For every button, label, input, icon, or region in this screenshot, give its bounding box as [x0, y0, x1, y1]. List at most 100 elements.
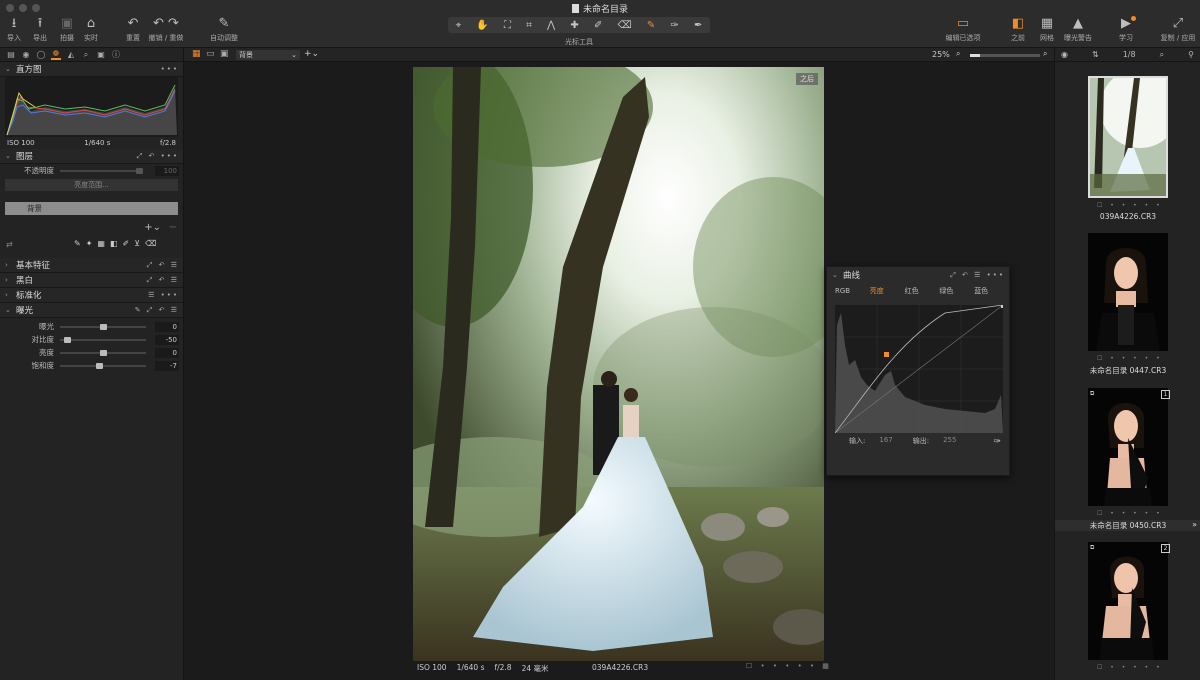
keystone-icon[interactable]: ⋀: [547, 20, 555, 31]
single-view-icon[interactable]: ▭: [206, 49, 215, 59]
tab-rgb[interactable]: RGB: [835, 287, 870, 295]
curve-canvas[interactable]: [834, 304, 1004, 434]
auto-adjust-button[interactable]: ✎ 自动调整: [204, 16, 244, 43]
picker-icon[interactable]: ✚: [570, 20, 578, 31]
color-tab-icon[interactable]: ❁: [51, 49, 61, 60]
brightness-knob[interactable]: [100, 349, 107, 356]
brightness-value[interactable]: 0: [155, 347, 179, 358]
saturation-row: 饱和度 -7: [31, 360, 179, 371]
layer-background[interactable]: 背景: [5, 202, 178, 215]
tab-blue[interactable]: 蓝色: [974, 286, 1009, 296]
edit-selected-button[interactable]: ▭ 编辑已选项: [942, 16, 984, 43]
copy-apply-button[interactable]: ⤢ 复制 / 应用: [1158, 16, 1198, 43]
rating-dots[interactable]: ☐ • • • • •: [1097, 355, 1163, 362]
metadata-tab-icon[interactable]: ⓘ: [111, 49, 121, 60]
normalize-section-header[interactable]: › 标准化 ☰ •••: [0, 288, 183, 303]
swap-icon[interactable]: ⇄: [6, 240, 13, 249]
layer-select[interactable]: 背景 ⌄: [236, 50, 300, 60]
add-layer-icon[interactable]: +⌄: [144, 222, 161, 233]
more-icon[interactable]: •••: [161, 65, 179, 73]
opacity-knob[interactable]: [136, 167, 143, 174]
detail-tab-icon[interactable]: ⌕: [81, 50, 91, 60]
histogram-header[interactable]: ⌄ 直方图 •••: [0, 62, 183, 77]
main-photo[interactable]: 之后: [413, 67, 824, 661]
active-brush-icon[interactable]: ✎: [647, 20, 655, 31]
eraser-icon[interactable]: ⌫: [618, 20, 632, 31]
contrast-value[interactable]: -50: [155, 334, 179, 345]
saturation-slider[interactable]: [60, 362, 146, 369]
zoom-slider[interactable]: [970, 54, 1040, 57]
curve-graph[interactable]: [834, 304, 1004, 434]
curve-endpoint[interactable]: [1001, 305, 1004, 308]
proof-view-icon[interactable]: ▣: [220, 49, 229, 59]
zoom-in-icon[interactable]: ⌕: [1043, 49, 1047, 59]
select-cursor-icon[interactable]: ⌖: [456, 20, 462, 31]
rating-dots[interactable]: ☐ • • • • •: [1097, 664, 1163, 671]
brush-icon[interactable]: ✐: [594, 20, 602, 31]
section-actions-icon[interactable]: ☰ •••: [148, 291, 179, 299]
rating-dots[interactable]: ☐ • • • • •: [1097, 202, 1163, 209]
basic-section-header[interactable]: › 基本特征 ⤢ ↶ ☰: [0, 258, 183, 273]
contrast-knob[interactable]: [64, 336, 71, 343]
zoom-out-icon[interactable]: ⌕: [956, 49, 960, 59]
undo-redo-button[interactable]: ↶ ↷ 撤销 / 重做: [146, 16, 186, 43]
curve-actions-icon[interactable]: ⤢ ↶ ☰ •••: [950, 271, 1005, 280]
chevron-right-icon: ›: [5, 261, 8, 269]
tab-green[interactable]: 绿色: [939, 286, 974, 296]
document-icon: [571, 4, 579, 13]
photo-rating[interactable]: ☐ • • • • • ▦: [746, 662, 832, 670]
magic-wand-icon: ✎: [218, 16, 230, 31]
tool-tabs: ▤ ◉ ◯ ❁ ◭ ⌕ ▣ ⓘ: [0, 48, 183, 62]
section-actions-icon[interactable]: ⤢ ↶ ☰: [147, 276, 179, 285]
capture-tab-icon[interactable]: ◉: [21, 50, 31, 59]
learn-button[interactable]: ▶ 学习: [1106, 16, 1146, 43]
exposure-knob[interactable]: [100, 323, 107, 330]
saturation-knob[interactable]: [96, 362, 103, 369]
crop-icon[interactable]: ⛶: [504, 20, 511, 31]
layers-header[interactable]: ⌄ 图层 ⤢ ↶ •••: [0, 149, 183, 164]
aperture-value: f/2.8: [160, 139, 176, 147]
library-tab-icon[interactable]: ▤: [6, 50, 16, 59]
live-icon: ⌂: [86, 16, 96, 31]
add-icon[interactable]: +⌄: [304, 49, 319, 59]
exposure-warning-button[interactable]: ▲ 曝光警告: [1058, 16, 1098, 43]
opacity-value[interactable]: 100: [155, 165, 179, 176]
adjust-tab-icon[interactable]: ▣: [96, 50, 106, 59]
curve-point[interactable]: [884, 352, 889, 357]
exposure-slider[interactable]: [60, 323, 146, 330]
rating-dots[interactable]: ☐ • • • • •: [1097, 510, 1163, 517]
brightness-slider[interactable]: [60, 349, 146, 356]
multi-view-icon[interactable]: ▦: [192, 49, 201, 59]
exposure-value[interactable]: 0: [155, 321, 179, 332]
sort-icon[interactable]: ⇅: [1092, 50, 1099, 59]
remove-layer-icon[interactable]: −: [169, 222, 177, 233]
section-actions-icon[interactable]: ✎ ⤢ ↶ ☰: [135, 306, 179, 315]
filter-icon[interactable]: ⚲: [1188, 50, 1194, 59]
exposure-section-header[interactable]: ⌄ 曝光 ✎ ⤢ ↶ ☰: [0, 303, 183, 318]
curve-header[interactable]: ⌄ 曲线 ⤢ ↶ ☰ •••: [827, 267, 1009, 283]
opacity-slider[interactable]: [60, 167, 143, 174]
mask-tools-icon[interactable]: ✎✦▦◧✐⊻⌫: [74, 239, 161, 248]
chevron-down-icon: ⌄: [5, 65, 11, 73]
eye-icon[interactable]: ◉: [1061, 50, 1068, 59]
zoom-level[interactable]: 25%: [932, 50, 950, 59]
search-icon[interactable]: ⌕: [1160, 50, 1164, 60]
eyedropper-icon[interactable]: ✑: [993, 437, 1001, 447]
chevron-right-icon[interactable]: »: [1192, 520, 1197, 529]
contrast-slider[interactable]: [60, 336, 146, 343]
pan-hand-icon[interactable]: ✋: [476, 20, 488, 31]
saturation-value[interactable]: -7: [155, 360, 179, 371]
lens-tab-icon[interactable]: ◯: [36, 50, 46, 59]
tab-luma[interactable]: 亮度: [870, 286, 905, 296]
annotate-icon[interactable]: ✒: [694, 20, 702, 31]
exposure-tab-icon[interactable]: ◭: [66, 50, 76, 59]
section-actions-icon[interactable]: ⤢ ↶ ☰: [147, 261, 179, 270]
luma-range-button[interactable]: 亮度范围...: [5, 179, 178, 191]
crop-tool-icon[interactable]: ⌗: [526, 20, 532, 31]
tab-red[interactable]: 红色: [905, 286, 940, 296]
layer-actions-icon[interactable]: ⤢ ↶ •••: [137, 152, 179, 161]
live-button[interactable]: ⌂ 实时: [71, 16, 111, 43]
heal-icon[interactable]: ✑: [670, 20, 678, 31]
bw-section-header[interactable]: › 黑白 ⤢ ↶ ☰: [0, 273, 183, 288]
photo-iso: ISO 100: [417, 663, 447, 672]
